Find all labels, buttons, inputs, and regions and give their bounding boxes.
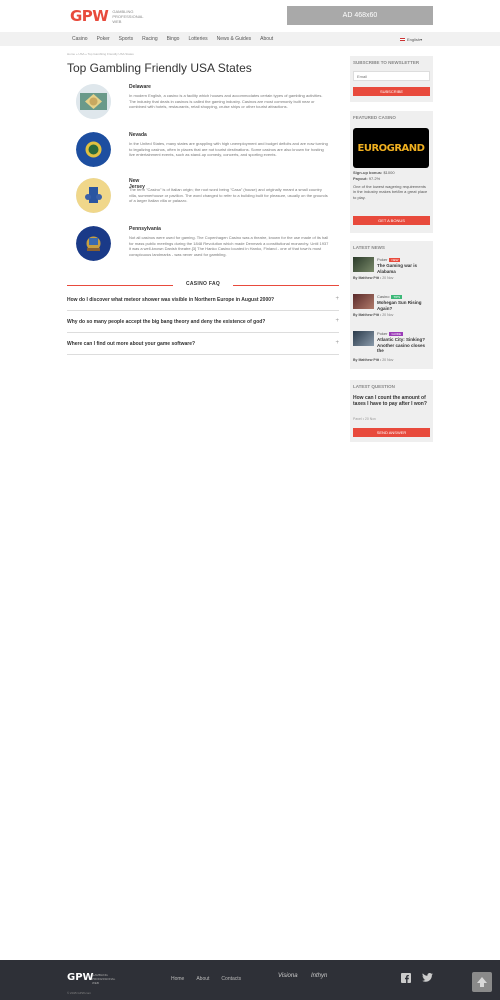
language-label: English <box>407 36 421 42</box>
ad-banner[interactable]: AD 468x60 <box>287 6 433 25</box>
logo-mark: GPW <box>70 7 109 25</box>
nav-item-lotteries[interactable]: Lotteries <box>188 36 207 42</box>
state-name: Delaware <box>129 84 151 90</box>
copyright: © 2015 GPW.com <box>67 991 92 995</box>
faq-item[interactable]: Why do so many people accept the big ban… <box>67 312 339 333</box>
page-title: Top Gambling Friendly USA States <box>67 61 252 75</box>
get-bonus-button[interactable]: GET A BONUS <box>353 216 430 225</box>
nav-item-poker[interactable]: Poker <box>97 36 110 42</box>
news-category: Poker NEW <box>377 257 401 262</box>
latest-news-box: LATEST NEWS Poker NEW The Gaming war is A… <box>350 241 433 369</box>
payout-line: Payout: 97.2% <box>353 176 381 181</box>
site-footer: GPW GAMBLING PROFESSIONAL WEB © 2015 GPW… <box>0 960 500 1000</box>
partner-logo-inthyn[interactable]: Inthyn <box>311 973 327 979</box>
logo-tagline: GAMBLING PROFESSIONAL WEB <box>112 8 144 24</box>
news-title-link[interactable]: The Gaming war is Alabama <box>377 263 432 274</box>
newsletter-title: SUBSCRIBE TO NEWSLETTER <box>353 60 420 65</box>
news-category: Casino TIPS <box>377 294 403 299</box>
news-badge: TIPS <box>391 295 403 299</box>
faq-heading: CASINO FAQ <box>67 281 339 289</box>
facebook-icon[interactable] <box>401 973 411 986</box>
send-answer-button[interactable]: SEND ANSWER <box>353 428 430 437</box>
footer-link-about[interactable]: About <box>196 976 209 982</box>
state-description: In the United States, many states are gr… <box>129 141 328 158</box>
news-byline: By Matthew Pitt • 20 Nov <box>353 276 394 280</box>
news-title-link[interactable]: Mohegan Sun Rising Again? <box>377 300 432 311</box>
news-item[interactable]: Poker NEW The Gaming war is Alabama By Ma… <box>353 257 433 287</box>
partner-logo-visiona[interactable]: Visiona <box>278 973 298 979</box>
site-header: GPW GAMBLING PROFESSIONAL WEB AD 468x60 <box>0 0 500 32</box>
news-badge: NEW <box>389 258 401 262</box>
news-category: Poker GUIDE <box>377 331 403 336</box>
latest-question-box: LATEST QUESTION How can I count the amou… <box>350 380 433 442</box>
arrow-up-icon <box>477 977 487 987</box>
pennsylvania-flag-icon <box>76 226 111 261</box>
twitter-icon[interactable] <box>422 973 433 985</box>
main-nav: Casino Poker Sports Racing Bingo Lotteri… <box>0 32 500 46</box>
faq-question: Where can I find out more about your gam… <box>67 341 196 347</box>
footer-link-home[interactable]: Home <box>171 976 184 982</box>
faq-question: Why do so many people accept the big ban… <box>67 319 266 325</box>
nav-item-sports[interactable]: Sports <box>119 36 133 42</box>
bonus-line: Sign-up bonus: $1000 <box>353 170 395 175</box>
site-logo[interactable]: GPW GAMBLING PROFESSIONAL WEB <box>70 7 143 25</box>
news-title: LATEST NEWS <box>353 245 385 250</box>
faq-item[interactable]: How do I discover what meteor shower was… <box>67 290 339 311</box>
chevron-down-icon: ▾ <box>420 36 423 42</box>
newsletter-box: SUBSCRIBE TO NEWSLETTER SUBSCRIBE <box>350 56 433 102</box>
expand-icon[interactable]: + <box>335 318 339 324</box>
state-description: The term "Casino" is of Italian origin; … <box>129 187 328 204</box>
news-thumbnail[interactable] <box>353 257 374 272</box>
faq-item[interactable]: Where can I find out more about your gam… <box>67 334 339 355</box>
featured-casino-box: FEATURED CASINO EUROGRAND Sign-up bonus:… <box>350 111 433 233</box>
new-jersey-flag-icon <box>76 178 111 213</box>
nevada-flag-icon <box>76 132 111 167</box>
footer-link-contacts[interactable]: Contacts <box>221 976 241 982</box>
delaware-flag-icon <box>76 84 111 119</box>
question-title: LATEST QUESTION <box>353 384 395 389</box>
news-badge: GUIDE <box>389 332 403 336</box>
nav-item-racing[interactable]: Racing <box>142 36 158 42</box>
state-description: Not all casinos were used for gaming. Th… <box>129 235 329 257</box>
news-byline: By Matthew Pitt • 20 Nov <box>353 313 394 317</box>
news-thumbnail[interactable] <box>353 331 374 346</box>
language-selector[interactable]: English ▾ <box>400 32 422 46</box>
expand-icon[interactable]: + <box>335 296 339 302</box>
news-title-link[interactable]: Atlantic City: Sinking? Another casino c… <box>377 337 432 354</box>
footer-tagline: GAMBLING PROFESSIONAL WEB <box>92 973 116 985</box>
question-text[interactable]: How can I count the amount of taxes I ha… <box>353 395 430 408</box>
state-name: Nevada <box>129 132 147 138</box>
question-meta: Pavel • 20 Nov <box>353 417 377 421</box>
breadcrumb[interactable]: Home » USA » Top Gambling Friendly USA S… <box>67 52 134 56</box>
nav-item-bingo[interactable]: Bingo <box>167 36 180 42</box>
state-name: Pennsylvania <box>129 226 161 232</box>
flag-icon <box>400 37 405 41</box>
news-item[interactable]: Casino TIPS Mohegan Sun Rising Again? By … <box>353 294 433 324</box>
email-field[interactable] <box>353 71 430 81</box>
nav-item-news-guides[interactable]: News & Guides <box>217 36 251 42</box>
news-item[interactable]: Poker GUIDE Atlantic City: Sinking? Anoth… <box>353 331 433 362</box>
featured-title: FEATURED CASINO <box>353 115 396 120</box>
scroll-to-top-button[interactable] <box>472 972 492 992</box>
news-thumbnail[interactable] <box>353 294 374 309</box>
expand-icon[interactable]: + <box>335 340 339 346</box>
casino-description: One of the lowest wagering requirements … <box>353 184 428 200</box>
faq-question: How do I discover what meteor shower was… <box>67 297 275 303</box>
footer-links: Home About Contacts <box>171 976 253 982</box>
nav-item-casino[interactable]: Casino <box>72 36 88 42</box>
nav-item-about[interactable]: About <box>260 36 273 42</box>
subscribe-button[interactable]: SUBSCRIBE <box>353 87 430 96</box>
footer-logo[interactable]: GPW <box>67 972 94 983</box>
casino-logo[interactable]: EUROGRAND <box>353 128 429 168</box>
news-byline: By Matthew Pitt • 20 Nov <box>353 358 394 362</box>
state-description: In modern English, a casino is a facilit… <box>129 93 323 110</box>
